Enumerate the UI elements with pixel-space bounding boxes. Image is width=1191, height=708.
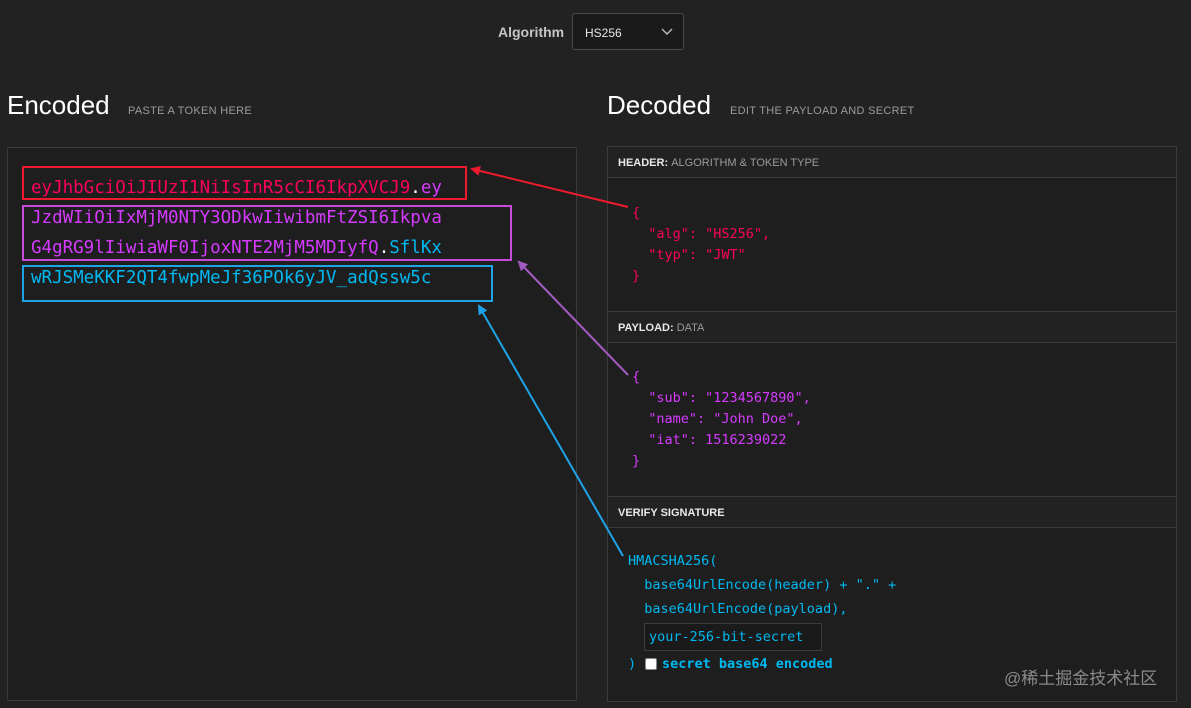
decoded-subtitle: EDIT THE PAYLOAD AND SECRET bbox=[730, 105, 915, 117]
code-line: base64UrlEncode(header) + "." + bbox=[628, 577, 897, 593]
payload-section-sublabel: DATA bbox=[676, 322, 705, 334]
header-section-sublabel: ALGORITHM & TOKEN TYPE bbox=[671, 157, 820, 169]
payload-highlight-box bbox=[22, 205, 512, 261]
payload-section-label: PAYLOAD: bbox=[618, 322, 674, 334]
code-line: "typ": "JWT" bbox=[632, 247, 746, 263]
watermark: @稀土掘金技术社区 bbox=[1004, 669, 1158, 688]
signature-section-label: VERIFY SIGNATURE bbox=[618, 507, 725, 519]
algorithm-value: HS256 bbox=[585, 26, 622, 40]
jwt-debugger: Algorithm HS256 Encoded PASTE A TOKEN HE… bbox=[0, 0, 1191, 708]
code-line: } bbox=[632, 268, 641, 284]
header-section-title: HEADER: ALGORITHM & TOKEN TYPE bbox=[608, 147, 1176, 178]
code-line: "alg": "HS256", bbox=[632, 226, 771, 242]
algorithm-select[interactable]: HS256 bbox=[572, 13, 684, 50]
base64-checkbox[interactable] bbox=[645, 658, 657, 670]
signature-section-title: VERIFY SIGNATURE bbox=[608, 497, 1176, 528]
algorithm-label: Algorithm bbox=[498, 24, 565, 40]
decoded-title: Decoded bbox=[607, 90, 712, 120]
payload-section-title: PAYLOAD: DATA bbox=[608, 312, 1176, 343]
base64-checkbox-label[interactable]: secret base64 encoded bbox=[662, 656, 833, 672]
secret-input[interactable] bbox=[644, 623, 822, 651]
code-line: "iat": 1516239022 bbox=[632, 432, 787, 448]
code-line: } bbox=[632, 453, 641, 469]
signature-highlight-box bbox=[22, 265, 493, 302]
encoded-title: Encoded bbox=[7, 90, 110, 120]
code-line: HMACSHA256( bbox=[628, 553, 718, 569]
code-line: { bbox=[632, 369, 641, 385]
header-section-label: HEADER: bbox=[618, 157, 669, 169]
code-line: { bbox=[632, 205, 641, 221]
header-highlight-box bbox=[22, 166, 467, 200]
algorithm-row: Algorithm HS256 bbox=[0, 13, 1191, 51]
code-line: base64UrlEncode(payload), bbox=[628, 601, 848, 617]
close-paren: ) bbox=[628, 656, 637, 672]
encoded-subtitle: PASTE A TOKEN HERE bbox=[128, 105, 252, 117]
code-line: "sub": "1234567890", bbox=[632, 390, 811, 406]
code-line: "name": "John Doe", bbox=[632, 411, 803, 427]
chevron-down-icon bbox=[661, 28, 673, 35]
